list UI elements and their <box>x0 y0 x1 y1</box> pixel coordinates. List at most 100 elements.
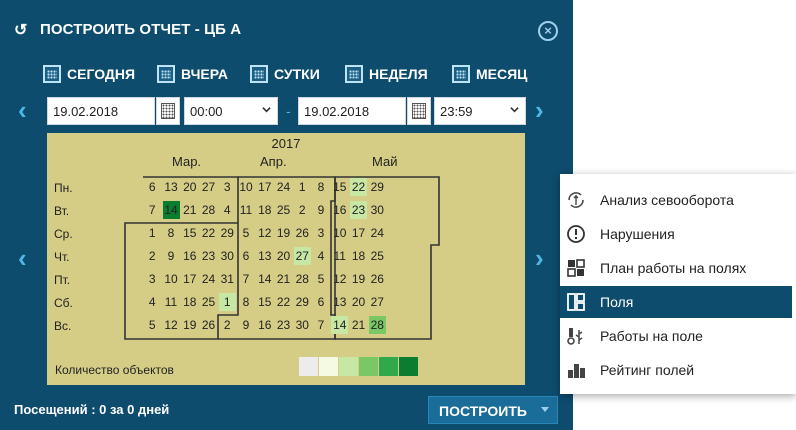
calendar-day-cell[interactable]: 24 <box>200 270 217 288</box>
calendar-day-cell[interactable]: 22 <box>200 224 217 242</box>
calendar-day-cell[interactable]: 3 <box>219 178 236 196</box>
menu-item-fields[interactable]: Поля <box>560 286 792 318</box>
calendar-day-cell[interactable]: 4 <box>219 201 236 219</box>
calendar-day-cell[interactable]: 26 <box>294 224 311 242</box>
calendar-day-cell[interactable]: 25 <box>200 293 217 311</box>
calendar-day-cell[interactable]: 30 <box>219 247 236 265</box>
calendar-day-cell[interactable]: 22 <box>350 178 367 196</box>
menu-item-field-work[interactable]: Работы на поле <box>560 320 792 352</box>
calendar-day-cell[interactable]: 21 <box>275 270 292 288</box>
calendar-day-cell[interactable]: 20 <box>350 293 367 311</box>
calendar-day-cell[interactable]: 21 <box>181 201 198 219</box>
calendar-day-cell[interactable]: 5 <box>144 316 161 334</box>
calendar-day-cell[interactable]: 29 <box>369 178 386 196</box>
calendar-day-cell[interactable]: 16 <box>181 247 198 265</box>
calendar-day-cell[interactable]: 10 <box>331 224 348 242</box>
calendar-day-cell[interactable]: 9 <box>238 316 255 334</box>
menu-item-crop-rotation[interactable]: Анализ севооборота <box>560 184 792 216</box>
from-date-calendar-icon[interactable] <box>156 97 180 125</box>
calendar-day-cell[interactable]: 17 <box>350 224 367 242</box>
to-time-select[interactable]: 23:59 <box>434 97 526 125</box>
calendar-day-cell[interactable]: 23 <box>200 247 217 265</box>
calendar-day-cell[interactable]: 14 <box>162 201 180 219</box>
calendar-day-cell[interactable]: 8 <box>163 224 180 242</box>
calendar-day-cell[interactable]: 8 <box>238 293 255 311</box>
calendar-day-cell[interactable]: 24 <box>369 224 386 242</box>
calendar-day-cell[interactable]: 25 <box>275 201 292 219</box>
calendar-day-cell[interactable]: 8 <box>313 178 330 196</box>
calendar-day-cell[interactable]: 1 <box>144 224 161 242</box>
calendar-day-cell[interactable]: 2 <box>219 316 236 334</box>
calendar-day-cell[interactable]: 26 <box>200 316 217 334</box>
calendar-day-cell[interactable]: 23 <box>275 316 292 334</box>
calendar-day-cell[interactable]: 28 <box>294 270 311 288</box>
calendar-day-cell[interactable]: 15 <box>181 224 198 242</box>
calendar-day-cell[interactable]: 12 <box>331 270 348 288</box>
calendar-day-cell[interactable]: 15 <box>331 178 348 196</box>
calendar-day-cell[interactable]: 19 <box>181 316 198 334</box>
caret-down-icon[interactable] <box>541 407 549 412</box>
calendar-day-cell[interactable]: 4 <box>144 293 161 311</box>
range-yesterday-button[interactable]: ВЧЕРА <box>157 64 228 84</box>
to-date-calendar-icon[interactable] <box>407 97 431 125</box>
calendar-day-cell[interactable]: 20 <box>275 247 292 265</box>
from-date-input[interactable]: 19.02.2018 <box>47 97 155 125</box>
calendar-day-cell[interactable]: 9 <box>163 247 180 265</box>
calendar-day-cell[interactable]: 1 <box>218 293 236 311</box>
range-week-button[interactable]: НЕДЕЛЯ <box>345 64 428 84</box>
calendar-day-cell[interactable]: 18 <box>256 201 273 219</box>
calendar-day-cell[interactable]: 1 <box>294 178 311 196</box>
menu-item-violations[interactable]: Нарушения <box>560 218 792 250</box>
calendar-day-cell[interactable]: 5 <box>238 224 255 242</box>
prev-period-arrow-icon[interactable]: ‹ <box>18 97 27 123</box>
calendar-day-cell[interactable]: 17 <box>256 178 273 196</box>
calendar-day-cell[interactable]: 30 <box>294 316 311 334</box>
calendar-day-cell[interactable]: 13 <box>163 178 180 196</box>
range-today-button[interactable]: СЕГОДНЯ <box>43 64 135 84</box>
calendar-day-cell[interactable]: 23 <box>350 201 367 219</box>
calendar-day-cell[interactable]: 10 <box>163 270 180 288</box>
calendar-day-cell[interactable]: 19 <box>350 270 367 288</box>
menu-item-field-plan[interactable]: План работы на полях <box>560 252 792 284</box>
calendar-day-cell[interactable]: 7 <box>144 201 161 219</box>
calendar-day-cell[interactable]: 28 <box>368 316 386 334</box>
calendar-day-cell[interactable]: 11 <box>331 247 348 265</box>
calendar-day-cell[interactable]: 15 <box>256 293 273 311</box>
next-period-arrow-icon[interactable]: › <box>535 97 544 123</box>
calendar-day-cell[interactable]: 29 <box>294 293 311 311</box>
calendar-day-cell[interactable]: 25 <box>369 247 386 265</box>
range-month-button[interactable]: МЕСЯЦ <box>452 64 527 84</box>
menu-item-field-rating[interactable]: Рейтинг полей <box>560 354 792 386</box>
calendar-day-cell[interactable]: 28 <box>200 201 217 219</box>
calendar-day-cell[interactable]: 7 <box>238 270 255 288</box>
calendar-day-cell[interactable]: 16 <box>256 316 273 334</box>
calendar-day-cell[interactable]: 12 <box>256 224 273 242</box>
calendar-day-cell[interactable]: 16 <box>331 201 348 219</box>
calendar-day-cell[interactable]: 27 <box>200 178 217 196</box>
calendar-next-arrow-icon[interactable]: › <box>535 245 544 271</box>
calendar-day-cell[interactable]: 14 <box>331 316 349 334</box>
calendar-day-cell[interactable]: 18 <box>181 293 198 311</box>
calendar-day-cell[interactable]: 13 <box>331 293 348 311</box>
calendar-day-cell[interactable]: 13 <box>256 247 273 265</box>
calendar-day-cell[interactable]: 27 <box>293 247 311 265</box>
calendar-day-cell[interactable]: 30 <box>369 201 386 219</box>
calendar-day-cell[interactable]: 3 <box>313 224 330 242</box>
calendar-day-cell[interactable]: 12 <box>163 316 180 334</box>
calendar-day-cell[interactable]: 9 <box>313 201 330 219</box>
calendar-day-cell[interactable]: 17 <box>181 270 198 288</box>
calendar-day-cell[interactable]: 6 <box>144 178 161 196</box>
calendar-day-cell[interactable]: 19 <box>275 224 292 242</box>
calendar-day-cell[interactable]: 6 <box>313 293 330 311</box>
calendar-day-cell[interactable]: 6 <box>238 247 255 265</box>
from-time-select[interactable]: 00:00 <box>184 97 278 125</box>
calendar-day-cell[interactable]: 10 <box>238 178 255 196</box>
calendar-day-cell[interactable]: 3 <box>144 270 161 288</box>
calendar-day-cell[interactable]: 29 <box>219 224 236 242</box>
calendar-day-cell[interactable]: 20 <box>181 178 198 196</box>
calendar-day-cell[interactable]: 5 <box>313 270 330 288</box>
calendar-day-cell[interactable]: 26 <box>369 270 386 288</box>
calendar-day-cell[interactable]: 7 <box>313 316 330 334</box>
calendar-day-cell[interactable]: 2 <box>144 247 161 265</box>
calendar-day-cell[interactable]: 11 <box>238 201 255 219</box>
